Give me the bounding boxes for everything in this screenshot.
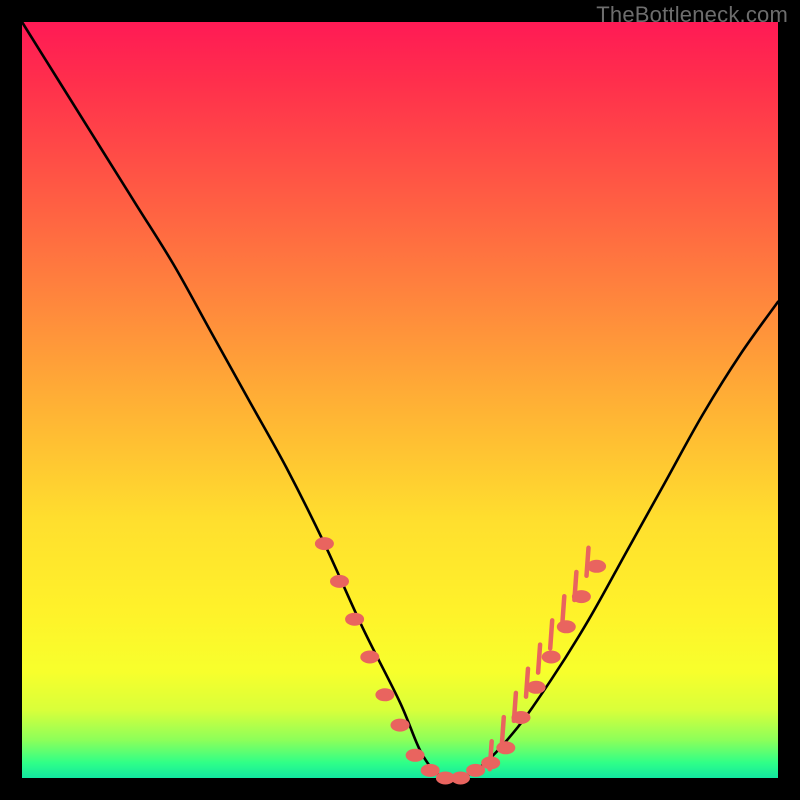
- curve-marker: [542, 651, 560, 663]
- curve-marker: [315, 538, 333, 550]
- curve-marker: [346, 613, 364, 625]
- watermark-text: TheBottleneck.com: [596, 2, 788, 28]
- curve-marker: [497, 742, 515, 754]
- bottleneck-curve: [22, 22, 778, 779]
- curve-marker: [331, 575, 349, 587]
- chart-plot-area: [22, 22, 778, 778]
- curve-marker: [406, 749, 424, 761]
- curve-line: [22, 22, 778, 779]
- hatch-stroke: [550, 620, 552, 648]
- hatch-stroke: [562, 596, 564, 624]
- hatch-stroke: [587, 548, 589, 576]
- hatch-stroke: [514, 693, 516, 721]
- hatch-stroke: [538, 645, 540, 673]
- right-branch-hatch: [490, 548, 589, 770]
- curve-marker: [376, 689, 394, 701]
- curve-marker: [467, 764, 485, 776]
- curve-marker: [421, 764, 439, 776]
- hatch-stroke: [526, 669, 528, 697]
- curve-marker: [391, 719, 409, 731]
- chart-frame: TheBottleneck.com: [0, 0, 800, 800]
- curve-marker: [557, 621, 575, 633]
- curve-marker: [361, 651, 379, 663]
- chart-svg: [22, 22, 778, 778]
- curve-marker: [527, 681, 545, 693]
- curve-marker: [588, 560, 606, 572]
- hatch-stroke: [574, 572, 576, 600]
- hatch-stroke: [490, 741, 492, 769]
- curve-marker: [452, 772, 470, 784]
- hatch-stroke: [502, 717, 504, 745]
